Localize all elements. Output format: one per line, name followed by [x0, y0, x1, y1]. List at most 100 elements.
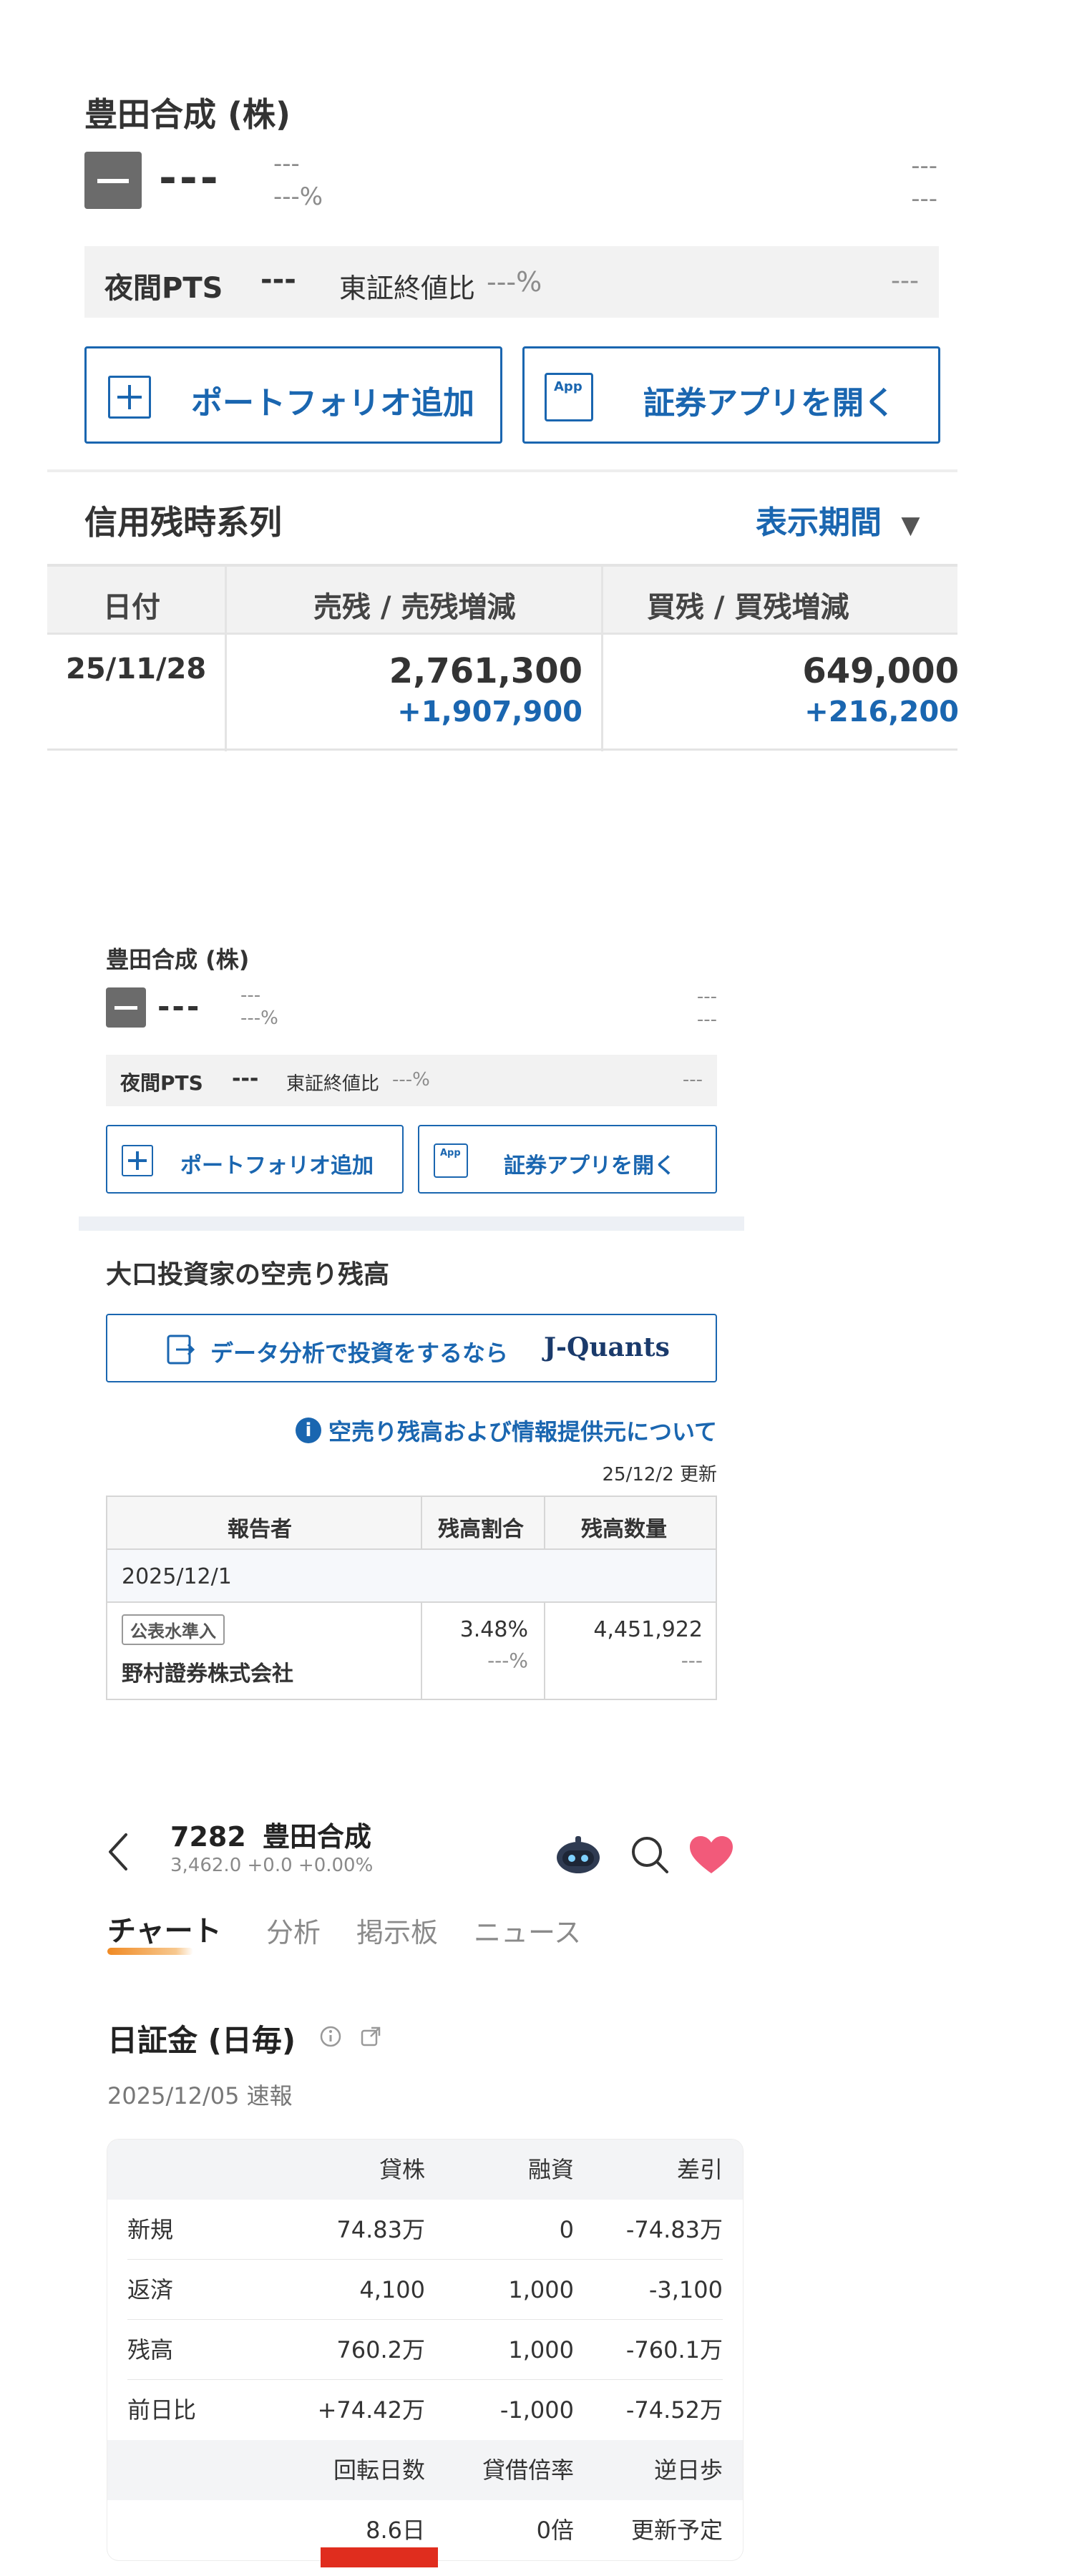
heart-icon[interactable]	[688, 1835, 734, 1876]
col-qty-header: 残高数量	[581, 1517, 667, 1542]
price-change-pct: ---%	[273, 182, 323, 211]
table-bottom-line	[47, 748, 957, 751]
section-title: 大口投資家の空売り残高	[106, 1260, 390, 1289]
table-header-line	[47, 633, 957, 635]
open-app-label: 証券アプリを開く	[504, 1153, 676, 1179]
right-value-bottom: ---	[696, 1009, 717, 1030]
robot-icon[interactable]	[554, 1833, 603, 1876]
add-portfolio-button[interactable]: ポートフォリオ追加	[106, 1125, 404, 1194]
search-icon[interactable]	[628, 1833, 671, 1876]
back-icon[interactable]	[106, 1830, 130, 1873]
row-label: 前日比	[127, 2396, 197, 2424]
right-value-top: ---	[696, 986, 717, 1008]
row-loan: 1,000	[508, 2336, 574, 2363]
pts-bar: 夜間PTS --- 東証終値比 ---% ---	[84, 246, 939, 318]
tab-news[interactable]: ニュース	[474, 1911, 581, 1950]
tab-analysis[interactable]: 分析	[266, 1911, 321, 1950]
row-loan: -1,000	[499, 2396, 574, 2424]
disclosure-badge: 公表水準入	[122, 1614, 225, 1645]
row-label: 返済	[127, 2276, 174, 2303]
app-icon: App	[434, 1143, 468, 1178]
row-diff: -760.1万	[625, 2336, 723, 2363]
sell-balance: 2,761,300	[389, 651, 582, 691]
col-divider	[421, 1603, 422, 1699]
pts-bar: 夜間PTS --- 東証終値比 ---% ---	[106, 1055, 717, 1106]
pts-compare-label: 東証終値比	[286, 1073, 380, 1095]
table-row: 残高 760.2万 1,000 -760.1万	[107, 2320, 743, 2380]
tab-chart[interactable]: チャート	[107, 1908, 222, 1949]
nisshokin-table: 貸株 融資 差引 新規 74.83万 0 -74.83万 返済 4,100 1,…	[107, 2140, 743, 2560]
stock-quote: 3,462.0 +0.0 +0.00%	[170, 1855, 374, 1876]
minus-icon	[106, 987, 146, 1028]
open-app-label: 証券アプリを開く	[643, 385, 895, 421]
info-link[interactable]: i 空売り残高および情報提供元について	[295, 1414, 717, 1447]
col-loan-header: 融資	[527, 2156, 574, 2183]
pts-compare-value: ---%	[392, 1069, 430, 1091]
buy-balance: 649,000	[802, 651, 959, 691]
row-diff: -3,100	[648, 2276, 723, 2303]
col-lend-header: 貸株	[379, 2156, 425, 2183]
period-selector[interactable]: 表示期間 ▼	[756, 497, 920, 542]
share-icon[interactable]	[359, 2025, 382, 2048]
external-link-icon	[167, 1335, 195, 1365]
open-app-button[interactable]: App 証券アプリを開く	[522, 346, 940, 444]
section-title: 信用残時系列	[84, 503, 282, 542]
col-reporter-header: 報告者	[228, 1517, 292, 1542]
add-portfolio-label: ポートフォリオ追加	[191, 385, 474, 421]
stock-code: 7282	[170, 1821, 246, 1853]
col-ratio-header: 貸借倍率	[482, 2457, 574, 2484]
col-sell-header: 売残 / 売残増減	[313, 591, 516, 624]
row-diff: -74.83万	[625, 2216, 723, 2243]
price-value: ---	[157, 989, 202, 1024]
company-name: 豊田合成 (株)	[106, 946, 250, 973]
col-divider	[544, 1603, 545, 1699]
jquants-logo: J-Quants	[544, 1332, 670, 1362]
right-value-bottom: ---	[911, 185, 937, 213]
row-diff: -74.52万	[625, 2396, 723, 2424]
tab-board[interactable]: 掲示板	[356, 1911, 438, 1950]
table-col-divider	[601, 567, 603, 751]
tab-underline	[107, 1948, 193, 1955]
updated-date: 25/12/2 更新	[602, 1464, 718, 1485]
table-row: 前日比 +74.42万 -1,000 -74.52万	[107, 2380, 743, 2440]
report-date: 2025/12/1	[122, 1564, 232, 1589]
col-divider	[544, 1497, 545, 1548]
table-header: 日付 売残 / 売残増減 買残 / 買残増減	[47, 567, 957, 633]
jquants-button[interactable]: データ分析で投資をするなら J-Quants	[106, 1314, 717, 1382]
company-name: 豊田合成 (株)	[84, 95, 291, 134]
row-lend: 760.2万	[336, 2336, 425, 2363]
table-header: 貸株 融資 差引	[107, 2140, 743, 2200]
row-lend: 74.83万	[336, 2216, 425, 2243]
qty-value: 4,451,922	[593, 1617, 703, 1642]
price-change: ---	[240, 985, 261, 1006]
col-date-header: 日付	[103, 591, 160, 624]
col-diff-header: 差引	[676, 2156, 723, 2183]
add-portfolio-button[interactable]: ポートフォリオ追加	[84, 346, 502, 444]
table-line	[107, 1601, 716, 1603]
pts-value: ---	[232, 1066, 259, 1091]
divider	[79, 1216, 744, 1231]
info-icon: i	[295, 1418, 321, 1443]
report-date: 2025/12/05 速報	[107, 2082, 293, 2109]
loan-ratio: 0倍	[536, 2517, 574, 2544]
price-change: ---	[273, 150, 300, 178]
ratio-value: 3.48%	[459, 1617, 528, 1642]
divider	[47, 469, 957, 472]
col-turnover-header: 回転日数	[333, 2457, 425, 2484]
row-date: 25/11/28	[66, 653, 207, 686]
table-header-secondary: 回転日数 貸借倍率 逆日歩	[107, 2440, 743, 2500]
reporter-name: 野村證券株式会社	[122, 1662, 293, 1687]
plus-icon	[122, 1145, 153, 1176]
open-app-button[interactable]: App 証券アプリを開く	[418, 1125, 717, 1194]
red-highlight-mark	[321, 2547, 438, 2567]
col-divider	[421, 1497, 422, 1548]
row-lend: +74.42万	[317, 2396, 425, 2424]
row-loan: 0	[559, 2216, 574, 2243]
info-icon[interactable]	[319, 2025, 342, 2048]
buy-delta: +216,200	[804, 696, 959, 728]
app-icon: App	[545, 373, 593, 421]
table-row: 返済 4,100 1,000 -3,100	[107, 2260, 743, 2320]
stock-title: 7282 豊田合成	[170, 1815, 371, 1854]
col-premium-header: 逆日歩	[653, 2457, 723, 2484]
row-label: 新規	[127, 2216, 174, 2243]
